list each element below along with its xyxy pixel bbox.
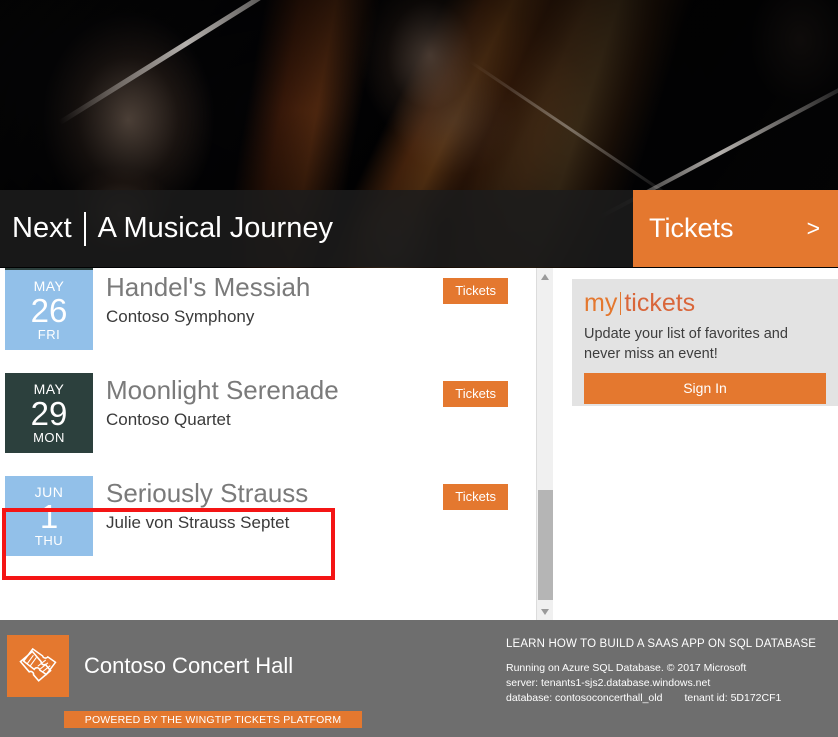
divider bbox=[83, 211, 86, 246]
date-month: JUN bbox=[34, 484, 64, 500]
running-on-text: Running on Azure SQL Database. © 2017 Mi… bbox=[506, 662, 747, 674]
date-tile: MAY 29 MON bbox=[5, 373, 93, 453]
hero-tickets-button[interactable]: Tickets > bbox=[633, 190, 838, 267]
hero-tickets-label: Tickets bbox=[649, 213, 734, 243]
server-text: server: tenants1-sjs2.database.windows.n… bbox=[506, 677, 711, 690]
date-month: MAY bbox=[33, 278, 65, 294]
my-tickets-logo: my tickets bbox=[572, 279, 838, 318]
list-item[interactable]: JUN 1 THU Seriously Strauss Julie von St… bbox=[0, 476, 536, 579]
my-tickets-panel: my tickets Update your list of favorites… bbox=[572, 279, 838, 406]
event-performer: Contoso Symphony bbox=[106, 306, 255, 326]
tickets-button[interactable]: Tickets bbox=[443, 484, 508, 510]
event-list-scrollbar[interactable] bbox=[536, 268, 553, 620]
tickets-button[interactable]: Tickets bbox=[443, 278, 508, 304]
event-list[interactable]: TUE MAY 26 FRI Handel's Messiah Contoso … bbox=[0, 268, 536, 620]
next-event-text: Next A Musical Journey bbox=[0, 211, 333, 246]
date-day: 29 bbox=[30, 395, 68, 432]
footer-brand-name: Contoso Concert Hall bbox=[84, 653, 294, 678]
logo-part-tickets: tickets bbox=[624, 289, 696, 317]
date-weekday: FRI bbox=[37, 327, 61, 342]
tickets-button[interactable]: Tickets bbox=[443, 381, 508, 407]
powered-by-badge: POWERED BY THE WINGTIP TICKETS PLATFORM bbox=[64, 711, 362, 728]
date-day: 26 bbox=[30, 292, 68, 329]
main-content: TUE MAY 26 FRI Handel's Messiah Contoso … bbox=[0, 268, 838, 620]
next-label: Next bbox=[12, 212, 72, 244]
database-tenant-row: database: contosoconcerthall_old tenant … bbox=[506, 691, 816, 706]
date-day: 1 bbox=[39, 498, 59, 535]
date-weekday: THU bbox=[34, 533, 64, 548]
date-month: MAY bbox=[33, 381, 65, 397]
scroll-down-icon[interactable] bbox=[537, 603, 553, 620]
logo-part-my: my bbox=[584, 289, 618, 317]
next-event-info: Next A Musical Journey bbox=[0, 190, 633, 267]
tickets-icon bbox=[7, 635, 69, 697]
date-tile: JUN 1 THU bbox=[5, 476, 93, 556]
footer-meta: LEARN HOW TO BUILD A SAAS APP ON SQL DAT… bbox=[506, 638, 816, 707]
scrollbar-thumb[interactable] bbox=[538, 490, 553, 600]
next-event-name: A Musical Journey bbox=[97, 212, 333, 244]
chevron-right-icon: > bbox=[806, 215, 820, 241]
logo-divider bbox=[620, 292, 622, 315]
tenant-id-text: tenant id: 5D172CF1 bbox=[684, 692, 782, 705]
database-text: database: contosoconcerthall_old bbox=[506, 692, 663, 705]
event-performer: Contoso Quartet bbox=[106, 409, 231, 429]
scroll-up-icon[interactable] bbox=[537, 268, 553, 285]
learn-more-link[interactable]: LEARN HOW TO BUILD A SAAS APP ON SQL DAT… bbox=[506, 638, 816, 650]
list-item[interactable]: MAY 26 FRI Handel's Messiah Contoso Symp… bbox=[0, 270, 536, 373]
list-item[interactable]: MAY 29 MON Moonlight Serenade Contoso Qu… bbox=[0, 373, 536, 476]
sign-in-button[interactable]: Sign In bbox=[584, 373, 826, 405]
my-tickets-description: Update your list of favorites and never … bbox=[584, 326, 788, 362]
event-performer: Julie von Strauss Septet bbox=[106, 512, 290, 532]
event-list-scroll-content: TUE MAY 26 FRI Handel's Messiah Contoso … bbox=[0, 268, 536, 579]
next-event-bar: Next A Musical Journey Tickets > bbox=[0, 190, 838, 267]
date-tile: MAY 26 FRI bbox=[5, 270, 93, 350]
date-weekday: MON bbox=[33, 430, 65, 445]
